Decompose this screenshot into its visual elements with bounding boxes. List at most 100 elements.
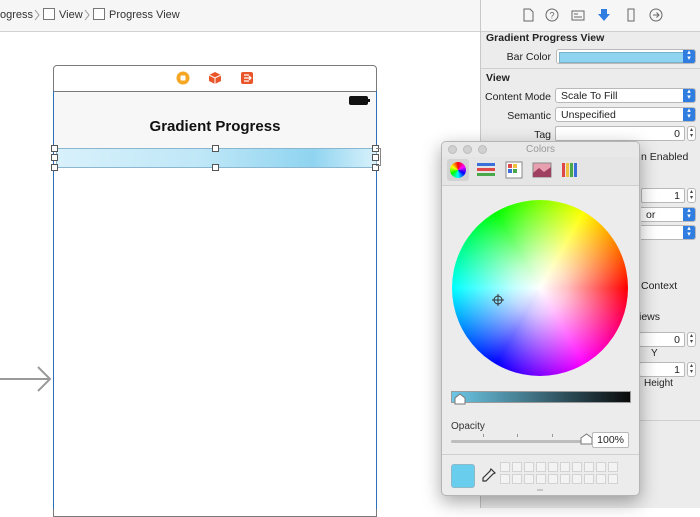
custom-swatches [500,462,620,486]
zoom-window-button[interactable] [478,145,487,154]
custom-color-swatch[interactable] [596,474,606,484]
view-controller-scene[interactable]: Gradient Progress [53,65,377,517]
custom-color-swatch[interactable] [536,474,546,484]
file-inspector-icon[interactable] [521,8,535,22]
tag-field[interactable]: 0 [555,126,685,141]
field-a-stepper[interactable]: ▴ ▾ [687,188,696,203]
custom-color-swatch[interactable] [536,462,546,472]
gradient-section-title: Gradient Progress View [486,32,605,44]
popup-arrows-icon: ▴ ▾ [683,207,695,221]
close-window-button[interactable] [448,145,457,154]
color-picker-crosshair-icon[interactable] [492,294,504,306]
eyedropper-icon[interactable] [481,467,497,483]
resize-handle[interactable] [51,145,58,152]
custom-color-swatch[interactable] [608,462,618,472]
color-wheel-icon [450,162,466,178]
panel-divider [442,454,639,455]
height-stepper[interactable]: ▴ ▾ [687,362,696,377]
breadcrumb-item-scene[interactable]: ogress [0,0,33,31]
attributes-inspector-icon[interactable] [597,8,611,22]
tint-popup-partial: or [646,209,656,221]
custom-color-swatch[interactable] [572,462,582,472]
interaction-enabled-partial: n Enabled [641,151,689,163]
custom-color-swatch[interactable] [596,462,606,472]
custom-color-swatch[interactable] [560,462,570,472]
inspector-tab-bar: ? [481,0,700,32]
exit-icon[interactable] [240,71,254,85]
views-partial-label: iews [639,311,661,323]
image-palette-icon [532,162,552,178]
popup-arrows-icon: ▴ ▾ [683,107,695,121]
custom-color-swatch[interactable] [584,462,594,472]
palettes-icon [505,161,523,179]
height-field[interactable]: 1 [639,362,685,377]
identity-inspector-icon[interactable] [571,8,585,22]
semantic-popup[interactable]: Unspecified ▴ ▾ [555,107,696,122]
y-label: Y [651,348,658,359]
brightness-slider[interactable] [451,391,631,403]
tag-stepper[interactable]: ▴ ▾ [687,126,696,141]
resize-handle[interactable] [51,154,58,161]
entry-point-arrow-icon [0,366,52,392]
custom-color-swatch[interactable] [608,474,618,484]
custom-color-swatch[interactable] [524,474,534,484]
color-mode-toolbar [442,157,639,186]
opacity-slider[interactable] [451,440,587,443]
crayons-mode-button[interactable] [559,159,581,181]
constraint-indicator [376,148,381,166]
custom-color-swatch[interactable] [500,474,510,484]
custom-color-swatch[interactable] [560,474,570,484]
context-partial-label: Context [641,280,678,292]
custom-color-swatch[interactable] [512,474,522,484]
color-wheel-mode-button[interactable] [447,159,469,181]
semantic-value: Unspecified [561,109,616,121]
custom-color-swatch[interactable] [512,462,522,472]
popup-arrows-icon: ▴ ▾ [683,225,695,239]
tag-label: Tag [534,129,551,141]
chevron-right-icon [84,9,90,21]
popup-arrows-icon: ▴ ▾ [683,49,695,63]
navigation-bar: Gradient Progress [54,92,376,151]
help-icon[interactable]: ? [545,8,559,22]
colors-panel[interactable]: Colors Opacity 100% [441,141,640,496]
tint-popup[interactable]: or ▴ ▾ [641,207,696,222]
breadcrumb-item-progress-view[interactable]: Progress View [93,0,180,31]
size-inspector-icon[interactable] [624,8,638,22]
y-field[interactable]: 0 [639,332,685,347]
breadcrumb-item-view[interactable]: View [43,0,83,31]
y-stepper[interactable]: ▴ ▾ [687,332,696,347]
opacity-field[interactable]: 100% [592,432,629,448]
minimize-window-button[interactable] [463,145,472,154]
custom-color-swatch[interactable] [584,474,594,484]
field-a[interactable]: 1 [641,188,685,203]
resize-grip[interactable] [537,489,543,491]
breadcrumb-label-view: View [59,9,83,21]
color-palettes-mode-button[interactable] [503,159,525,181]
first-responder-icon[interactable] [208,71,222,85]
crayons-icon [562,163,577,177]
current-color-well[interactable] [451,464,475,488]
content-mode-popup[interactable]: Scale To Fill ▴ ▾ [555,88,696,103]
custom-color-swatch[interactable] [548,474,558,484]
height-label: Height [644,378,673,389]
view-controller-icon[interactable] [176,71,190,85]
custom-color-swatch[interactable] [500,462,510,472]
resize-handle[interactable] [212,145,219,152]
secondary-popup[interactable]: ▴ ▾ [641,225,696,240]
brightness-slider-thumb[interactable] [454,393,466,405]
breadcrumb-label-progress-view: Progress View [109,9,180,21]
color-wheel[interactable] [452,200,628,376]
custom-color-swatch[interactable] [572,474,582,484]
custom-color-swatch[interactable] [548,462,558,472]
resize-handle[interactable] [51,164,58,171]
section-divider [481,68,700,69]
image-palettes-mode-button[interactable] [531,159,553,181]
connections-inspector-icon[interactable] [649,8,663,22]
resize-handle[interactable] [212,164,219,171]
progress-view-icon [93,8,105,20]
semantic-label: Semantic [507,110,551,122]
colors-panel-title: Colors [526,144,555,155]
custom-color-swatch[interactable] [524,462,534,472]
color-sliders-mode-button[interactable] [475,159,497,181]
bar-color-well[interactable]: ▴ ▾ [556,49,696,64]
